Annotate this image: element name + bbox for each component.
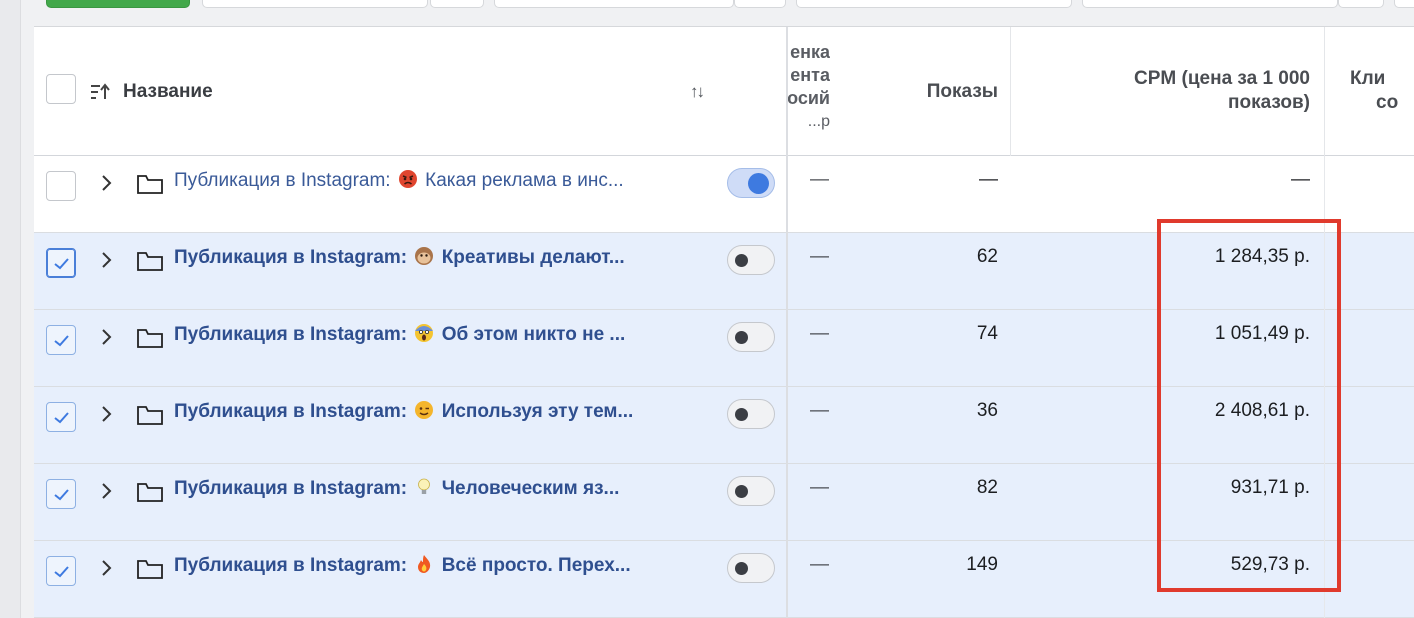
- column-header-cpm[interactable]: CPM (цена за 1 000 показов): [1064, 67, 1310, 115]
- cell-impressions: 36: [976, 400, 998, 421]
- chevron-right-icon[interactable]: [100, 173, 114, 193]
- cell-value: —: [810, 323, 829, 344]
- cell-value: —: [810, 169, 829, 190]
- cell-value: —: [810, 477, 829, 498]
- winking-face-icon: [415, 401, 434, 419]
- angry-face-icon: [398, 170, 417, 188]
- check-icon: [54, 489, 69, 501]
- cell-value: —: [810, 246, 829, 267]
- folder-icon: [137, 252, 163, 271]
- column-header-clicks[interactable]: Кли со: [1350, 67, 1414, 115]
- toolbar-button[interactable]: [1082, 0, 1338, 8]
- status-toggle[interactable]: [727, 245, 775, 275]
- row-name-link[interactable]: Публикация в Instagram: Креативы делают.…: [174, 246, 714, 269]
- toolbar-dropdown[interactable]: [734, 0, 786, 8]
- row-checkbox[interactable]: [46, 479, 76, 509]
- row-name-link[interactable]: Публикация в Instagram: Какая реклама в …: [174, 169, 714, 192]
- row-name-link[interactable]: Публикация в Instagram: Об этом никто не…: [174, 323, 714, 346]
- chevron-right-icon[interactable]: [100, 327, 114, 347]
- toolbar-button[interactable]: [202, 0, 428, 8]
- status-toggle[interactable]: [727, 553, 775, 583]
- toolbar-button[interactable]: [1394, 0, 1414, 8]
- left-rail: [0, 0, 21, 618]
- fire-icon: [418, 555, 431, 573]
- column-sort-icon[interactable]: [89, 81, 111, 103]
- select-all-checkbox[interactable]: [46, 74, 76, 104]
- folder-icon: [137, 329, 163, 348]
- cell-cpm: —: [1291, 169, 1310, 190]
- toolbar-button[interactable]: [494, 0, 734, 8]
- sort-arrows-icon[interactable]: ↑↓: [690, 82, 705, 102]
- column-header-name[interactable]: Название: [123, 81, 213, 103]
- cell-impressions: 149: [966, 554, 998, 575]
- chevron-right-icon[interactable]: [100, 404, 114, 424]
- monkey-face-icon: [415, 247, 434, 265]
- status-toggle[interactable]: [727, 476, 775, 506]
- light-bulb-icon: [418, 478, 431, 494]
- column-header-impressions[interactable]: Показы: [894, 81, 998, 103]
- row-checkbox[interactable]: [46, 402, 76, 432]
- toolbar-dropdown[interactable]: [1338, 0, 1384, 8]
- toolbar-dropdown[interactable]: [430, 0, 484, 8]
- row-checkbox[interactable]: [46, 325, 76, 355]
- cell-impressions: 82: [976, 477, 998, 498]
- table-header: Название ↑↓ енка ента осий р... Показы C…: [34, 27, 1414, 156]
- folder-icon: [137, 175, 163, 194]
- toolbar: [34, 0, 1414, 26]
- chevron-right-icon[interactable]: [100, 481, 114, 501]
- cell-value: —: [810, 400, 829, 421]
- folder-icon: [137, 406, 163, 425]
- cpm-highlight-box: [1157, 219, 1341, 592]
- row-checkbox[interactable]: [46, 556, 76, 586]
- check-icon: [54, 412, 69, 424]
- row-name-link[interactable]: Публикация в Instagram: Человеческим яз.…: [174, 477, 714, 500]
- create-button[interactable]: [46, 0, 190, 8]
- column-header-truncated[interactable]: енка ента осий р...: [786, 41, 830, 133]
- folder-icon: [137, 560, 163, 579]
- status-toggle[interactable]: [727, 399, 775, 429]
- check-icon: [54, 258, 69, 270]
- folder-icon: [137, 483, 163, 502]
- frozen-column-divider: [786, 27, 788, 618]
- row-checkbox[interactable]: [46, 248, 76, 278]
- cell-impressions: 62: [976, 246, 998, 267]
- chevron-right-icon[interactable]: [100, 250, 114, 270]
- status-toggle[interactable]: [727, 168, 775, 198]
- status-toggle[interactable]: [727, 322, 775, 352]
- toolbar-button[interactable]: [796, 0, 1072, 8]
- screaming-face-icon: [415, 324, 434, 342]
- cell-impressions: —: [979, 169, 998, 190]
- cell-impressions: 74: [976, 323, 998, 344]
- cell-value: —: [810, 554, 829, 575]
- chevron-right-icon[interactable]: [100, 558, 114, 578]
- row-name-link[interactable]: Публикация в Instagram: Всё просто. Пере…: [174, 554, 714, 577]
- check-icon: [54, 566, 69, 578]
- row-name-link[interactable]: Публикация в Instagram: Используя эту те…: [174, 400, 714, 423]
- check-icon: [54, 335, 69, 347]
- row-checkbox[interactable]: [46, 171, 76, 201]
